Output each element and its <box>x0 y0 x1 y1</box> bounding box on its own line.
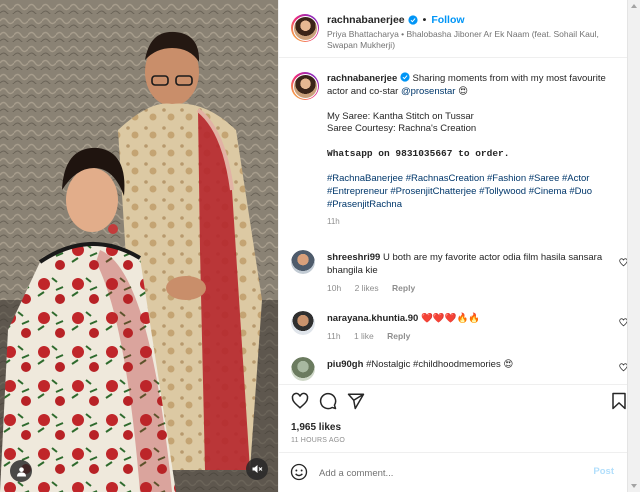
post-media[interactable] <box>0 0 278 492</box>
comment-username[interactable]: narayana.khuntia.90 <box>327 313 418 324</box>
comment-likes[interactable]: 1 like <box>354 331 374 341</box>
scrollbar[interactable] <box>627 0 640 492</box>
commenter-avatar[interactable] <box>291 250 315 274</box>
comment-username[interactable]: piu90gh <box>327 359 363 370</box>
verified-icon <box>400 72 410 82</box>
comment-time: 10h <box>327 283 342 293</box>
author-avatar[interactable] <box>291 14 319 42</box>
caption-hashtags[interactable]: #RachnaBanerjee #RachnasCreation #Fashio… <box>327 173 619 211</box>
share-icon[interactable] <box>347 392 365 410</box>
post-header: rachnabanerjee • Follow Priya Bhattachar… <box>279 0 628 58</box>
post-details-panel: rachnabanerjee • Follow Priya Bhattachar… <box>278 0 640 492</box>
post-actions: 1,965 likes 11 HOURS AGO <box>279 384 628 452</box>
follow-button[interactable]: Follow <box>431 14 464 26</box>
comment-time: 11h <box>327 331 341 341</box>
reply-button[interactable]: Reply <box>387 331 410 341</box>
caption-saree: My Saree: Kantha Stitch on Tussar <box>327 110 474 122</box>
caption-username[interactable]: rachnabanerjee <box>327 73 397 84</box>
tagged-user-button[interactable] <box>10 460 32 482</box>
caption-whatsapp: Whatsapp on 9831035667 to order. <box>327 148 510 160</box>
commenter-avatar[interactable] <box>291 311 315 335</box>
mention-link[interactable]: @prosenstar <box>401 86 456 97</box>
user-icon <box>16 466 26 477</box>
comment-composer: Post <box>279 452 628 492</box>
commenter-avatar[interactable] <box>291 357 315 381</box>
verified-icon <box>408 15 418 25</box>
comment-item: narayana.khuntia.90 ❤️❤️❤️🔥🔥 11h 1 like … <box>327 312 617 343</box>
comment-item: piu90gh #Nostalgic #childhoodmemories 😍 <box>327 358 617 371</box>
comment-text: ❤️❤️❤️🔥🔥 <box>421 313 481 324</box>
post-photo <box>0 0 278 492</box>
heart-icon[interactable] <box>291 392 309 410</box>
post-time: 11 HOURS AGO <box>291 437 346 444</box>
likes-count[interactable]: 1,965 likes <box>291 422 341 433</box>
caption-avatar[interactable] <box>291 72 319 100</box>
comment-meta: 10h 2 likes Reply <box>327 282 617 295</box>
author-username[interactable]: rachnabanerjee <box>327 14 405 26</box>
caption-emoji: 😍 <box>458 85 469 97</box>
scroll-down-arrow[interactable] <box>631 484 637 488</box>
comment-username[interactable]: shreeshri99 <box>327 252 380 263</box>
comment-text: #Nostalgic #childhoodmemories 😍 <box>366 359 514 370</box>
caption-time: 11h <box>327 217 340 227</box>
mute-button[interactable] <box>246 458 268 480</box>
scroll-up-arrow[interactable] <box>631 4 637 8</box>
mute-icon <box>252 465 263 473</box>
caption-courtesy: Saree Courtesy: Rachna's Creation <box>327 123 477 135</box>
header-separator: • <box>422 14 427 26</box>
header-title: rachnabanerjee • Follow <box>327 14 465 26</box>
post-comment-button[interactable]: Post <box>593 466 614 477</box>
comment-item: shreeshri99 U both are my favorite actor… <box>327 251 617 295</box>
post-caption: rachnabanerjee Sharing moments from with… <box>327 72 619 229</box>
comment-meta: 11h 1 like Reply <box>327 330 617 343</box>
reply-button[interactable]: Reply <box>392 283 415 293</box>
comment-input[interactable] <box>319 465 559 481</box>
bookmark-icon[interactable] <box>610 392 628 410</box>
emoji-icon[interactable] <box>290 463 308 481</box>
comment-likes[interactable]: 2 likes <box>355 283 379 293</box>
audio-link[interactable]: Priya Bhattacharya • Bhalobasha Jiboner … <box>327 29 607 51</box>
comment-icon[interactable] <box>319 392 337 410</box>
